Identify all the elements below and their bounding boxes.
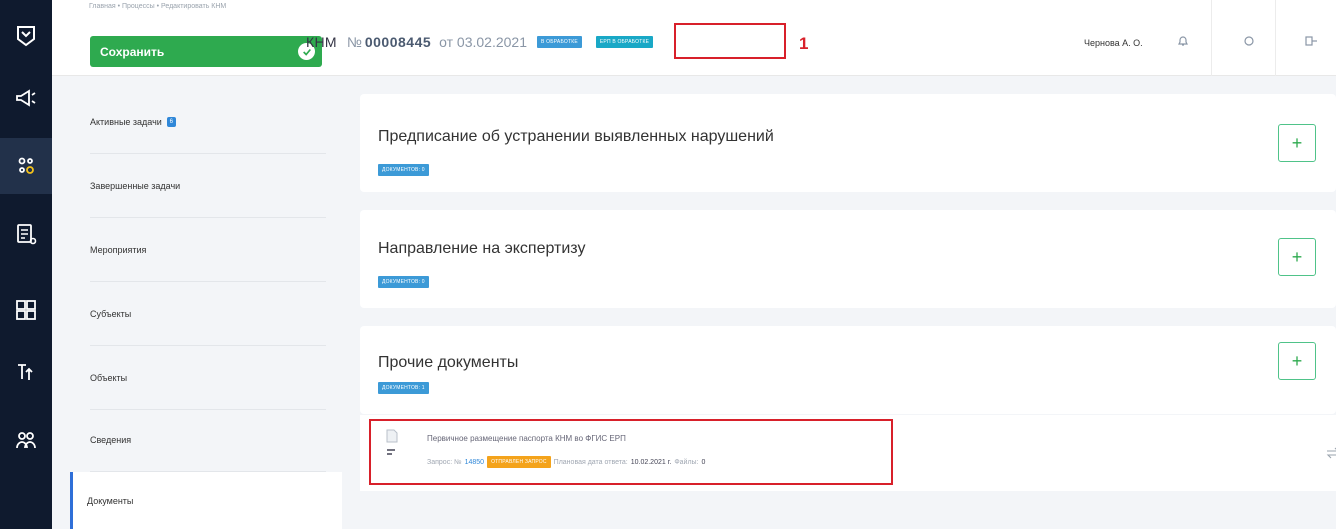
title-kind: КНМ xyxy=(306,34,337,50)
sidebar-item-active-tasks[interactable]: Активные задачи 6 xyxy=(90,90,326,154)
logout-icon[interactable] xyxy=(1304,34,1318,48)
analytics-icon[interactable] xyxy=(0,344,52,400)
users-icon[interactable] xyxy=(0,412,52,468)
left-rail xyxy=(0,0,52,529)
processes-icon[interactable] xyxy=(0,138,52,194)
sidebar-item-info[interactable]: Сведения xyxy=(90,408,326,472)
sidebar-item-label: Активные задачи xyxy=(90,116,162,127)
transfer-icon[interactable] xyxy=(1326,447,1336,459)
save-button-label: Сохранить xyxy=(100,44,165,59)
card-title: Направление на экспертизу xyxy=(378,240,586,257)
card-title: Прочие документы xyxy=(378,354,519,371)
user-name[interactable]: Чернова А. О. xyxy=(1084,38,1143,48)
document-group-card: Направление на экспертизу Документов: 0 … xyxy=(360,210,1336,308)
sidebar-item-label: Завершенные задачи xyxy=(90,180,181,191)
document-group-card: Предписание об устранении выявленных нар… xyxy=(360,94,1336,192)
page-title: КНМ № 00008445 от 03.02.2021 в обработке… xyxy=(306,34,654,50)
breadcrumb[interactable]: Главная • Процессы • Редактировать КНМ xyxy=(89,3,226,10)
sidebar-item-events[interactable]: Мероприятия xyxy=(90,218,326,282)
add-document-button[interactable]: + xyxy=(1278,124,1316,162)
highlight-box-document xyxy=(369,419,893,485)
settings-icon[interactable] xyxy=(1242,34,1256,48)
title-date: от 03.02.2021 xyxy=(439,34,528,50)
sidebar-item-label: Сведения xyxy=(90,434,132,445)
card-title: Предписание об устранении выявленных нар… xyxy=(378,128,774,145)
sidebar-item-documents[interactable]: Документы xyxy=(70,472,342,529)
title-no-label: № xyxy=(346,34,362,50)
save-button[interactable]: Сохранить xyxy=(90,36,322,67)
modules-icon[interactable] xyxy=(0,282,52,338)
highlight-box-erp xyxy=(674,23,786,59)
home-icon[interactable] xyxy=(0,8,52,64)
sidebar-item-label: Объекты xyxy=(90,372,128,383)
add-document-button[interactable]: + xyxy=(1278,342,1316,380)
megaphone-icon[interactable] xyxy=(0,70,52,126)
documents-count-badge: Документов: 1 xyxy=(378,382,429,394)
sidebar: Активные задачи 6 Завершенные задачи Мер… xyxy=(52,76,342,529)
sidebar-item-subjects[interactable]: Субъекты xyxy=(90,282,326,346)
documents-count-badge: Документов: 0 xyxy=(378,164,429,176)
registry-icon[interactable] xyxy=(0,206,52,262)
sidebar-item-objects[interactable]: Объекты xyxy=(90,346,326,410)
sidebar-item-label: Мероприятия xyxy=(90,244,147,255)
bell-icon[interactable] xyxy=(1176,34,1190,48)
sidebar-item-label: Документы xyxy=(87,495,134,506)
erp-status-badge: ЕРП в обработке xyxy=(595,36,654,48)
document-group-card: Прочие документы Документов: 1 + xyxy=(360,326,1336,414)
status-badge: в обработке xyxy=(537,36,582,48)
divider xyxy=(1211,0,1212,76)
add-document-button[interactable]: + xyxy=(1278,238,1316,276)
title-number: 00008445 xyxy=(364,34,432,50)
documents-count-badge: Документов: 0 xyxy=(378,276,429,288)
sidebar-item-label: Субъекты xyxy=(90,308,132,319)
sidebar-item-completed-tasks[interactable]: Завершенные задачи xyxy=(90,154,326,218)
callout-number: 1 xyxy=(799,34,809,53)
count-badge: 6 xyxy=(166,116,176,127)
divider xyxy=(1275,0,1276,76)
